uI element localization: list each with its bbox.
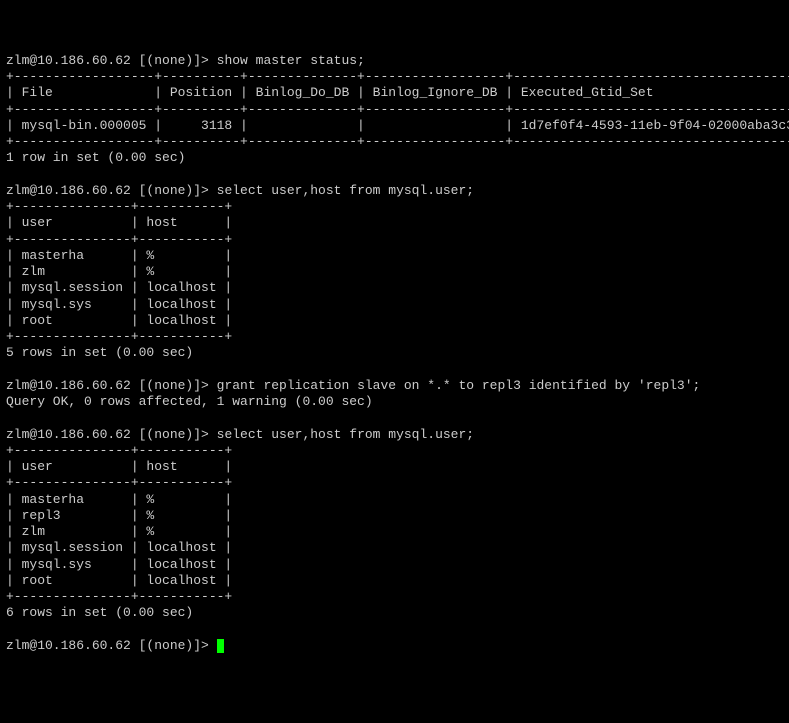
table-row: | mysql.session | localhost |: [6, 280, 232, 295]
cursor[interactable]: [217, 639, 224, 653]
table-sep: +---------------+-----------+: [6, 475, 232, 490]
prompt: zlm@10.186.60.62 [(none)]>: [6, 638, 217, 653]
table-sep: +---------------+-----------+: [6, 329, 232, 344]
table-row: | root | localhost |: [6, 313, 232, 328]
table-row: | masterha | % |: [6, 492, 232, 507]
result-text: 1 row in set (0.00 sec): [6, 150, 185, 165]
table-row: | mysql.session | localhost |: [6, 540, 232, 555]
result-text: Query OK, 0 rows affected, 1 warning (0.…: [6, 394, 373, 409]
table-sep: +---------------+-----------+: [6, 232, 232, 247]
table-header: | user | host |: [6, 215, 232, 230]
command-text: grant replication slave on *.* to repl3 …: [217, 378, 701, 393]
command-text: show master status;: [217, 53, 365, 68]
prompt: zlm@10.186.60.62 [(none)]>: [6, 427, 217, 442]
table-sep: +------------------+----------+---------…: [6, 134, 789, 149]
result-text: 5 rows in set (0.00 sec): [6, 345, 193, 360]
table-row: | zlm | % |: [6, 524, 232, 539]
result-text: 6 rows in set (0.00 sec): [6, 605, 193, 620]
table-sep: +---------------+-----------+: [6, 199, 232, 214]
command-text: select user,host from mysql.user;: [217, 183, 474, 198]
prompt: zlm@10.186.60.62 [(none)]>: [6, 183, 217, 198]
table-row: | mysql.sys | localhost |: [6, 297, 232, 312]
table-header: | File | Position | Binlog_Do_DB | Binlo…: [6, 85, 789, 100]
table-row: | masterha | % |: [6, 248, 232, 263]
table-sep: +------------------+----------+---------…: [6, 69, 789, 84]
table-sep: +---------------+-----------+: [6, 443, 232, 458]
table-sep: +------------------+----------+---------…: [6, 102, 789, 117]
table-row: | repl3 | % |: [6, 508, 232, 523]
table-sep: +---------------+-----------+: [6, 589, 232, 604]
table-header: | user | host |: [6, 459, 232, 474]
table-row: | mysql-bin.000005 | 3118 | | | 1d7ef0f4…: [6, 118, 789, 133]
command-text: select user,host from mysql.user;: [217, 427, 474, 442]
prompt: zlm@10.186.60.62 [(none)]>: [6, 378, 217, 393]
table-row: | zlm | % |: [6, 264, 232, 279]
terminal-output: zlm@10.186.60.62 [(none)]> show master s…: [6, 53, 783, 654]
table-row: | root | localhost |: [6, 573, 232, 588]
prompt: zlm@10.186.60.62 [(none)]>: [6, 53, 217, 68]
